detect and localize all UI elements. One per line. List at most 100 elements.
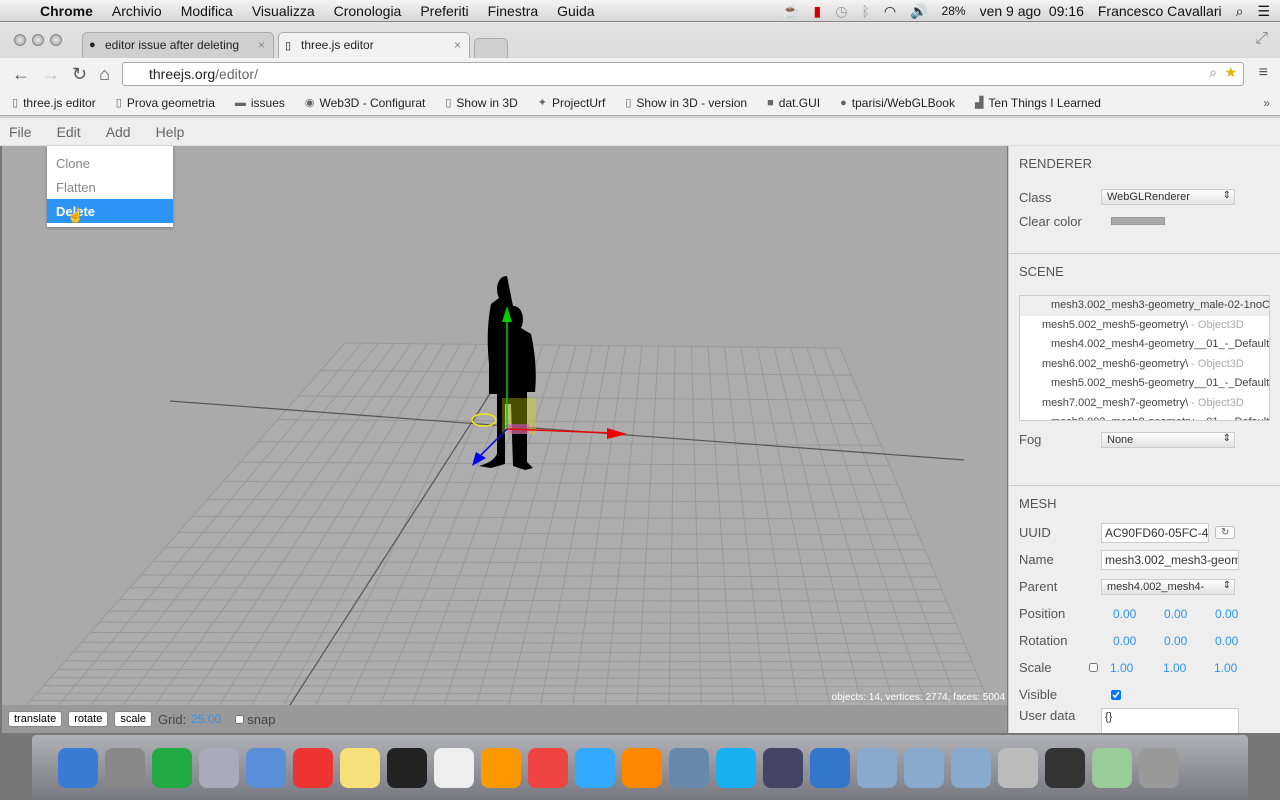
outliner-item[interactable]: mesh3.002_mesh3-geometry_male-02-1noCu — [1020, 296, 1269, 316]
clock[interactable]: ven 9 ago 09:16 — [980, 3, 1084, 19]
outliner-item[interactable]: mesh5.002_mesh5-geometry__01_-_Default1 — [1020, 374, 1269, 394]
menu-edit[interactable]: Edit — [57, 124, 81, 140]
home-icon[interactable]: ⌂ — [99, 64, 110, 85]
scale-lock-checkbox[interactable] — [1089, 663, 1098, 672]
menu-cronologia[interactable]: Cronologia — [334, 3, 402, 19]
grid-value-input[interactable]: 25.00 — [191, 712, 221, 726]
zoom-window-button[interactable] — [50, 34, 62, 46]
address-bar[interactable]: threejs.org/editor/ ★ ⌕ — [122, 62, 1244, 86]
dock-app-icon[interactable] — [1139, 747, 1179, 788]
bookmark-item[interactable]: ✦ ProjectUrf — [538, 96, 606, 110]
menu-chrome[interactable]: Chrome — [40, 3, 93, 19]
spotlight-icon[interactable]: ⌕ — [1236, 3, 1244, 20]
minimize-window-button[interactable] — [32, 34, 44, 46]
dock-app-icon[interactable] — [857, 747, 897, 788]
parent-select[interactable]: mesh4.002_mesh4- — [1101, 578, 1235, 595]
dock-app-icon[interactable] — [293, 747, 333, 788]
position-y[interactable]: 0.00 — [1152, 607, 1203, 621]
bookmark-item[interactable]: ▬ issues — [235, 96, 285, 110]
scale-z[interactable]: 1.00 — [1202, 661, 1253, 675]
3d-viewport[interactable]: objects: 14, vertices: 2774, faces: 5004… — [2, 146, 1007, 733]
search-icon[interactable]: ⌕ — [1209, 64, 1217, 81]
refresh-uuid-icon[interactable]: ↻ — [1215, 526, 1236, 539]
bookmark-item[interactable]: ▯ Show in 3D - version — [625, 96, 747, 110]
red-app-icon[interactable]: ▮ — [814, 3, 822, 20]
tab-threejs-editor[interactable]: ▯ three.js editor × — [278, 32, 470, 58]
dock-app-icon[interactable] — [622, 747, 662, 788]
menu-modifica[interactable]: Modifica — [181, 3, 233, 19]
snap-checkbox[interactable] — [235, 714, 245, 724]
menu-visualizza[interactable]: Visualizza — [252, 3, 315, 19]
dock-app-icon[interactable] — [669, 747, 709, 788]
dock-app-icon[interactable] — [1092, 747, 1132, 788]
time-machine-icon[interactable]: ◷ — [835, 3, 847, 20]
star-icon[interactable]: ★ — [1224, 64, 1237, 81]
scale-button[interactable]: scale — [114, 711, 153, 727]
new-tab-button[interactable] — [474, 38, 508, 58]
renderer-class-select[interactable]: WebGLRenderer — [1101, 189, 1235, 205]
menu-item-clone[interactable]: Clone — [47, 151, 173, 175]
close-window-button[interactable] — [14, 34, 26, 46]
volume-icon[interactable]: 🔊 — [910, 3, 927, 20]
dock-app-icon[interactable] — [387, 747, 427, 788]
back-icon[interactable]: ← — [12, 64, 30, 85]
outliner-item[interactable]: mesh5.002_mesh5-geometry\ - Object3D — [1020, 316, 1269, 336]
dock-app-icon[interactable] — [105, 747, 145, 788]
rotation-y[interactable]: 0.00 — [1152, 634, 1203, 648]
dock-app-icon[interactable] — [1045, 747, 1085, 788]
outliner-item[interactable]: mesh8.002_mesh8-geometry__01_-_Default1 — [1020, 413, 1269, 420]
dock-app-icon[interactable] — [810, 747, 850, 788]
reload-icon[interactable]: ↻ — [72, 64, 87, 85]
bookmark-item[interactable]: ■ dat.GUI — [767, 96, 820, 110]
user-name[interactable]: Francesco Cavallari — [1098, 3, 1222, 19]
dock-app-icon[interactable] — [528, 747, 568, 788]
menu-item-flatten[interactable]: Flatten — [47, 175, 173, 199]
coffee-icon[interactable]: ☕ — [782, 3, 799, 20]
fullscreen-icon[interactable]: ⤢ — [1255, 30, 1268, 48]
rotation-z[interactable]: 0.00 — [1203, 634, 1254, 648]
fog-select[interactable]: None — [1101, 431, 1235, 448]
bookmark-item[interactable]: ▯ Prova geometria — [116, 96, 215, 110]
dock-app-icon[interactable] — [481, 747, 521, 788]
close-tab-icon[interactable]: × — [454, 38, 461, 52]
menu-add[interactable]: Add — [106, 124, 131, 140]
bookmark-item[interactable]: ● tparisi/WebGLBook — [840, 96, 955, 110]
outliner-item[interactable]: mesh6.002_mesh6-geometry\ - Object3D — [1020, 355, 1269, 375]
bookmark-item[interactable]: ▯ Show in 3D — [445, 96, 517, 110]
dock-app-icon[interactable] — [904, 747, 944, 788]
menu-file[interactable]: File — [9, 124, 32, 140]
tab-github-issue[interactable]: ● editor issue after deleting × — [82, 32, 274, 58]
wifi-icon[interactable]: ◠ — [884, 3, 896, 20]
bookmarks-overflow-icon[interactable]: » — [1263, 96, 1270, 110]
scale-x[interactable]: 1.00 — [1098, 661, 1151, 675]
scene-outliner[interactable]: mesh3.002_mesh3-geometry_male-02-1noCu me… — [1019, 295, 1270, 421]
dock-app-icon[interactable] — [763, 747, 803, 788]
name-input[interactable]: mesh3.002_mesh3-geom — [1101, 549, 1239, 570]
position-x[interactable]: 0.00 — [1101, 607, 1152, 621]
bookmark-item[interactable]: ▯ three.js editor — [12, 96, 96, 110]
bookmark-item[interactable]: ▟ Ten Things I Learned — [975, 96, 1101, 110]
menu-help[interactable]: Help — [156, 124, 185, 140]
dock-app-icon[interactable] — [246, 747, 286, 788]
uuid-input[interactable]: AC90FD60-05FC-4 — [1101, 522, 1209, 543]
dock-app-icon[interactable] — [152, 747, 192, 788]
dock-app-icon[interactable] — [434, 747, 474, 788]
close-tab-icon[interactable]: × — [258, 38, 265, 52]
userdata-textarea[interactable]: {} — [1101, 708, 1239, 733]
scene-canvas[interactable] — [2, 146, 1007, 733]
menu-finestra[interactable]: Finestra — [488, 3, 539, 19]
visible-checkbox[interactable] — [1111, 689, 1121, 700]
outliner-item[interactable]: mesh7.002_mesh7-geometry\ - Object3D — [1020, 394, 1269, 414]
menu-item-delete[interactable]: Delete — [47, 199, 173, 223]
dock-app-icon[interactable] — [951, 747, 991, 788]
chrome-menu-icon[interactable]: ≡ — [1259, 64, 1268, 82]
dock-app-icon[interactable] — [199, 747, 239, 788]
menu-guida[interactable]: Guida — [557, 3, 594, 19]
forward-icon[interactable]: → — [42, 64, 60, 85]
dock-app-icon[interactable] — [998, 747, 1038, 788]
rotate-button[interactable]: rotate — [68, 711, 109, 727]
dock-app-icon[interactable] — [340, 747, 380, 788]
translate-button[interactable]: translate — [8, 711, 63, 727]
battery-status[interactable]: 28% — [942, 4, 966, 18]
menu-archivio[interactable]: Archivio — [112, 3, 162, 19]
